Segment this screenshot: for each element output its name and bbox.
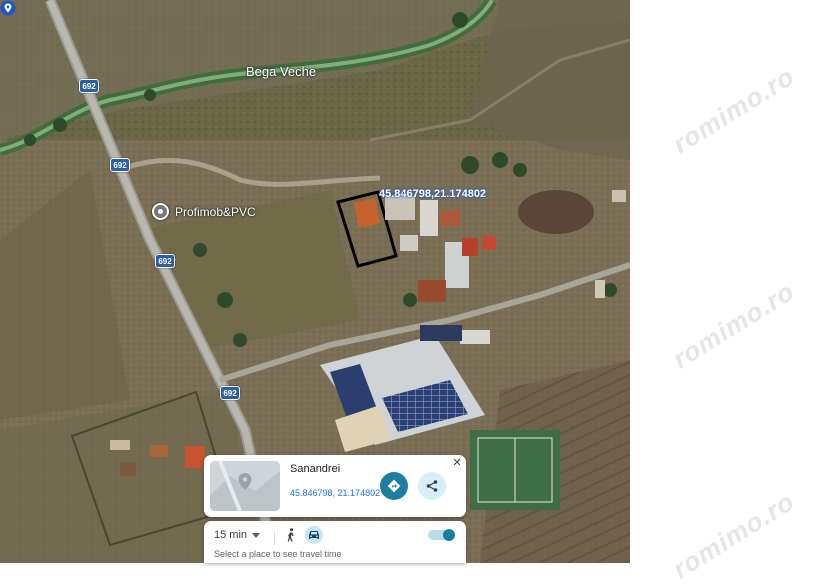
poi-profimob[interactable]: Profimob&PVC [152,203,256,220]
travel-time-toggle[interactable] [426,528,456,542]
directions-icon [387,479,401,493]
caret-down-icon [252,532,261,538]
road-shield-692: 692 [110,158,130,172]
watermark: romimo.ro [667,275,800,375]
directions-button[interactable] [380,472,408,500]
car-icon [309,531,319,539]
location-pin-icon[interactable] [0,0,16,16]
road-shield-692: 692 [155,254,175,268]
road-shield-692: 692 [79,79,99,93]
road-shield-692: 692 [220,386,240,400]
walk-mode-button[interactable] [282,526,300,544]
close-card-button[interactable]: ✕ [451,457,463,469]
walk-icon [287,528,294,542]
share-button[interactable] [418,472,446,500]
place-name: Sanandrei [290,463,341,475]
travel-time-panel: 15 min Select a place to see travel time [204,521,466,563]
river-label: Bega Veche [246,64,317,79]
divider [274,531,275,545]
travel-time-value: 15 min [214,529,248,541]
watermark: romimo.ro [667,60,800,160]
marker-coordinates-label: 45.846798,21.174802 [379,188,487,200]
place-thumbnail[interactable] [210,461,280,511]
place-coordinates[interactable]: 45.846798, 21.174802 [290,488,380,498]
share-icon [426,480,438,492]
place-card: Sanandrei 45.846798, 21.174802 ✕ [204,455,466,517]
travel-time-hint: Select a place to see travel time [214,549,342,559]
car-mode-button[interactable] [305,526,323,544]
poi-label: Profimob&PVC [175,204,256,219]
place-pin-icon [152,203,169,220]
watermark: romimo.ro [667,485,800,585]
travel-time-dropdown[interactable]: 15 min [214,529,261,541]
